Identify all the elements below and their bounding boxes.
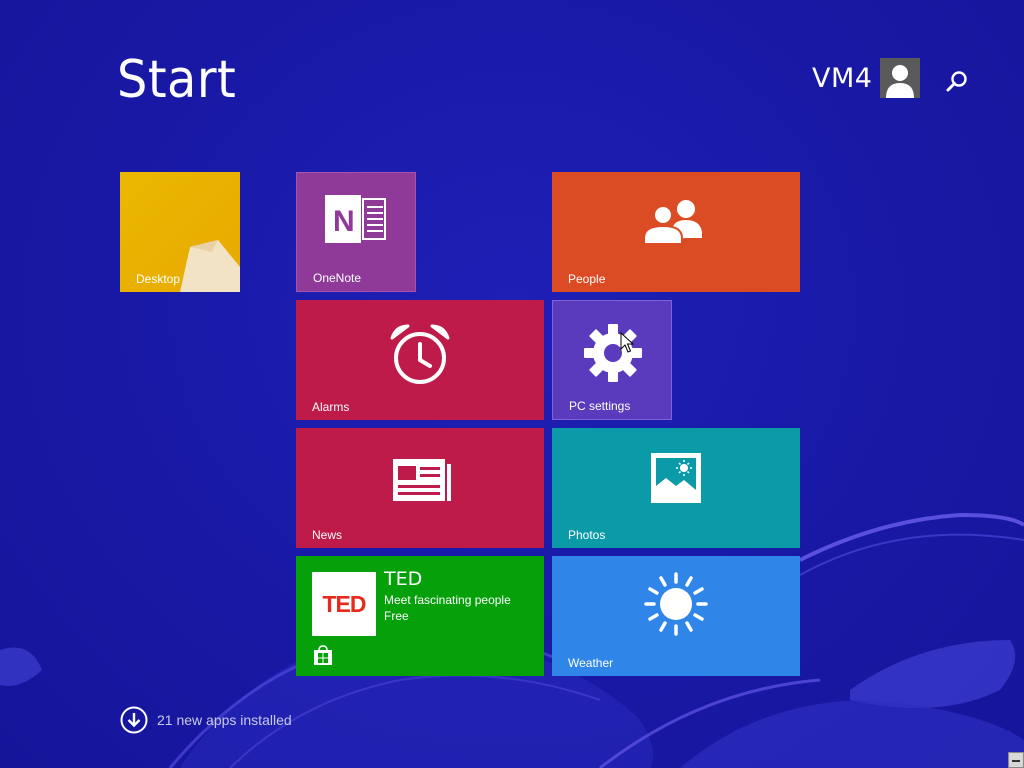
user-name: VM4 [812,62,873,94]
ted-logo: TED [312,572,376,636]
tile-weather[interactable]: Weather [552,556,800,676]
tile-label: PC settings [569,399,631,413]
tile-desktop[interactable]: Desktop [120,172,240,292]
minimize-button[interactable] [1008,752,1024,768]
minimize-icon [1012,760,1020,762]
apps-installed-text: 21 new apps installed [157,712,292,728]
ted-logo-text: TED [322,590,367,617]
down-arrow-circle-icon [120,706,148,734]
user-avatar-icon [880,58,921,98]
tile-label: Weather [568,656,614,670]
tile-news[interactable]: News [296,428,544,548]
tile-title: TED [384,568,423,590]
tile-label: Photos [568,528,606,542]
tile-label: News [312,528,343,542]
tile-label: Desktop [136,272,181,286]
new-apps-installed-link[interactable]: 21 new apps installed [120,706,292,734]
tile-description: Meet fascinating people [384,593,511,607]
user-account[interactable]: VM4 [812,58,921,98]
sun-icon [644,572,708,636]
svg-text:N: N [333,205,355,238]
onenote-icon: N [325,195,386,243]
tile-price: Free [384,609,409,623]
gear-icon [584,324,642,382]
tile-pc-settings[interactable]: PC settings [552,300,672,420]
tile-ted[interactable]: TED TED Meet fascinating people Free [296,556,544,676]
tile-people[interactable]: People [552,172,800,292]
tile-label: People [568,272,606,286]
tile-label: OneNote [313,271,362,285]
start-screen: Start VM4 Desktop N OneNote People Alarm… [0,0,1024,768]
people-icon [643,200,702,244]
tile-label: Alarms [312,400,350,414]
store-icon [314,645,332,665]
tile-photos[interactable]: Photos [552,428,800,548]
page-title: Start [117,50,237,110]
tile-alarms[interactable]: Alarms [296,300,544,420]
alarm-clock-icon [390,324,450,384]
search-icon[interactable] [944,68,970,94]
photo-icon [651,453,701,503]
newspaper-icon [393,459,451,501]
tile-onenote[interactable]: N OneNote [296,172,416,292]
